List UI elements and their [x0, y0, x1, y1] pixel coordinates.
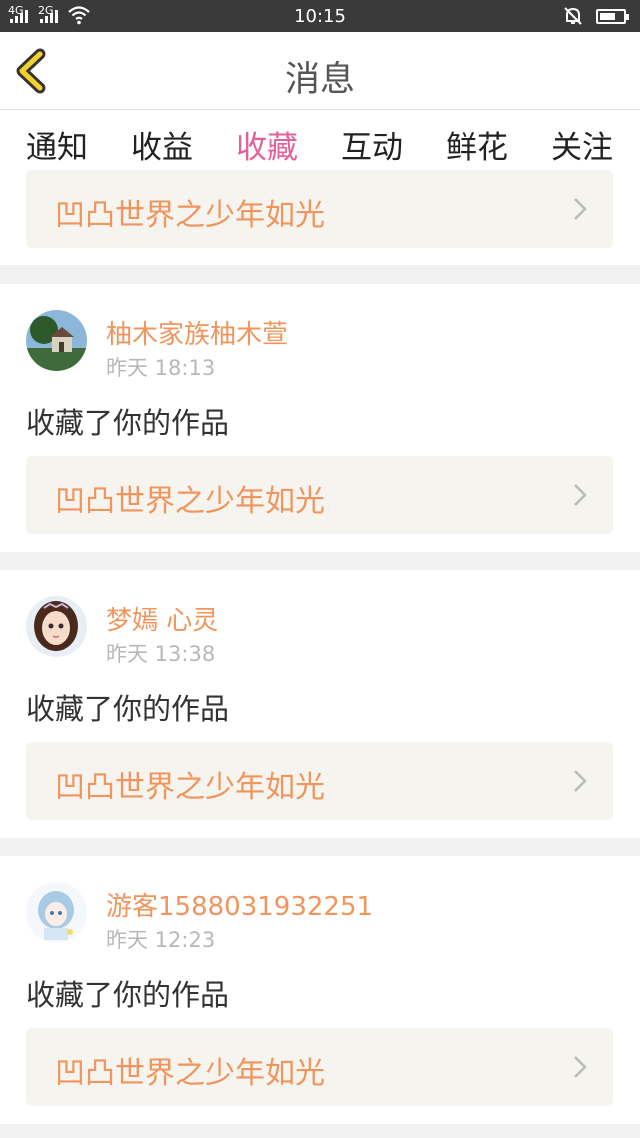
work-title: 凹凸世界之少年如光: [55, 198, 325, 233]
action-text: 收藏了你的作品: [26, 692, 230, 726]
tab-label: 关注: [551, 130, 613, 166]
work-title: 凹凸世界之少年如光: [55, 484, 325, 519]
tab-follow[interactable]: 关注: [537, 122, 627, 167]
message-time: 昨天 18:13: [106, 356, 216, 380]
tab-label: 通知: [26, 130, 88, 166]
user-name[interactable]: 梦嫣 心灵: [106, 600, 218, 637]
tab-interaction[interactable]: 互动: [327, 122, 417, 167]
chevron-right-icon: [574, 484, 587, 506]
chevron-right-icon: [574, 1056, 587, 1078]
work-link[interactable]: 凹凸世界之少年如光: [26, 456, 613, 534]
work-title: 凹凸世界之少年如光: [55, 770, 325, 805]
status-bar: 4G 2G 10:15: [0, 0, 640, 32]
silent-bell-icon: [564, 7, 582, 25]
tab-notice[interactable]: 通知: [12, 122, 102, 167]
work-link[interactable]: 凹凸世界之少年如光: [26, 1028, 613, 1106]
work-link[interactable]: 凹凸世界之少年如光: [26, 170, 613, 248]
tab-label: 收益: [131, 130, 193, 166]
message-card: 游客1588031932251 昨天 12:23 收藏了你的作品 凹凸世界之少年…: [0, 856, 640, 1124]
tab-flowers[interactable]: 鲜花: [432, 122, 522, 167]
page-title: 消息: [284, 60, 355, 100]
action-text: 收藏了你的作品: [26, 978, 230, 1012]
message-time: 昨天 13:38: [106, 642, 216, 666]
battery-icon: [596, 9, 629, 24]
anime-avatar[interactable]: [26, 882, 87, 943]
message-card: 凹凸世界之少年如光: [0, 170, 640, 265]
work-title: 凹凸世界之少年如光: [55, 1056, 325, 1091]
status-time: 10:15: [294, 6, 346, 27]
nav-bar: 消息: [0, 32, 640, 110]
message-card: 柚木家族柚木萱 昨天 18:13 收藏了你的作品 凹凸世界之少年如光: [0, 284, 640, 552]
user-name[interactable]: 柚木家族柚木萱: [106, 314, 288, 351]
action-text: 收藏了你的作品: [26, 406, 230, 440]
message-time: 昨天 12:23: [106, 928, 216, 952]
tab-earnings[interactable]: 收益: [117, 122, 207, 167]
tab-label: 互动: [341, 130, 403, 166]
message-card: 梦嫣 心灵 昨天 13:38 收藏了你的作品 凹凸世界之少年如光: [0, 570, 640, 838]
tab-label: 收藏: [236, 130, 298, 166]
landscape-avatar[interactable]: [26, 310, 87, 371]
work-link[interactable]: 凹凸世界之少年如光: [26, 742, 613, 820]
user-name[interactable]: 游客1588031932251: [106, 886, 373, 923]
chevron-right-icon: [574, 198, 587, 220]
girl-avatar[interactable]: [26, 596, 87, 657]
chevron-right-icon: [574, 770, 587, 792]
tab-favorites[interactable]: 收藏: [222, 122, 312, 181]
tab-label: 鲜花: [446, 130, 508, 166]
